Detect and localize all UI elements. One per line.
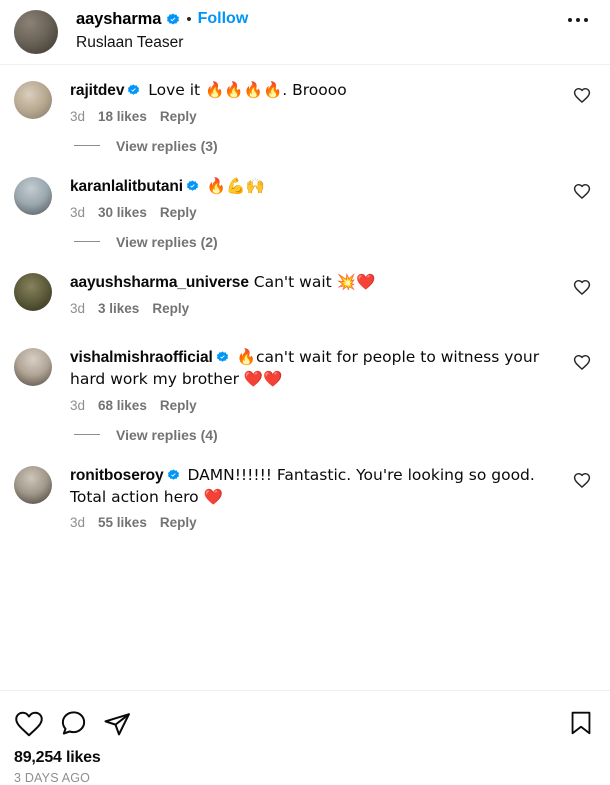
comments-list: rajitdev Love it 🔥🔥🔥🔥. Broooo 3d 18 like… (0, 65, 610, 690)
comment-reply-button[interactable]: Reply (160, 109, 197, 124)
verified-badge-icon (127, 83, 140, 96)
view-replies-button[interactable]: View replies (3) (0, 124, 610, 167)
comment-message: Can't wait 💥❤️ (248, 272, 376, 291)
comment-like-icon[interactable] (572, 85, 592, 105)
view-replies-label: View replies (3) (116, 137, 218, 154)
comment-body: karanlalitbutani 🔥💪🙌 3d 30 likes Reply (70, 176, 596, 220)
comment-text: vishalmishraofficial 🔥can't wait for peo… (70, 347, 548, 391)
comment-reply-button[interactable]: Reply (152, 301, 189, 316)
replies-line (74, 434, 100, 436)
verified-badge-icon (186, 179, 199, 192)
comment-body: vishalmishraofficial 🔥can't wait for peo… (70, 347, 596, 413)
comment-item: ronitboseroy DAMN!!!!!! Fantastic. You'r… (0, 456, 610, 531)
commenter-avatar[interactable] (14, 176, 52, 215)
comment-likes[interactable]: 18 likes (98, 109, 147, 124)
comment-time: 3d (70, 397, 86, 413)
comment-message: 🔥💪🙌 (201, 176, 265, 195)
comment-time: 3d (70, 515, 86, 531)
commenter-avatar[interactable] (14, 347, 52, 386)
view-replies-label: View replies (4) (116, 426, 218, 443)
comment-likes[interactable]: 68 likes (98, 398, 147, 413)
comment-meta: 3d 30 likes Reply (70, 205, 548, 220)
comment-like-icon[interactable] (572, 181, 592, 201)
comment-text: aayushsharma_universe Can't wait 💥❤️ (70, 272, 548, 294)
commenter-username[interactable]: ronitboseroy (70, 467, 164, 484)
follow-button[interactable]: Follow (198, 10, 249, 28)
comment-likes[interactable]: 30 likes (98, 205, 147, 220)
post-header: aaysharma • Follow Ruslaan Teaser (0, 0, 610, 65)
comment-likes[interactable]: 55 likes (98, 515, 147, 530)
comment-time: 3d (70, 300, 86, 316)
header-separator-dot: • (186, 10, 192, 28)
commenter-username[interactable]: karanlalitbutani (70, 178, 183, 195)
comment-reply-button[interactable]: Reply (160, 205, 197, 220)
comment-reply-button[interactable]: Reply (160, 398, 197, 413)
comment-item: rajitdev Love it 🔥🔥🔥🔥. Broooo 3d 18 like… (0, 71, 610, 124)
post-caption: Ruslaan Teaser (76, 33, 184, 51)
comment-meta: 3d 55 likes Reply (70, 515, 548, 530)
post-author-avatar[interactable] (14, 10, 58, 54)
post-author-row: aaysharma • Follow (76, 10, 248, 29)
likes-count[interactable]: 89,254 likes (14, 749, 596, 767)
comment-text: ronitboseroy DAMN!!!!!! Fantastic. You'r… (70, 465, 548, 509)
more-options-icon[interactable] (562, 12, 594, 28)
instagram-post-panel: aaysharma • Follow Ruslaan Teaser rajitd… (0, 0, 610, 785)
commenter-avatar[interactable] (14, 465, 52, 504)
commenter-avatar[interactable] (14, 81, 52, 119)
comment-spacer (0, 316, 610, 338)
comment-body: aayushsharma_universe Can't wait 💥❤️ 3d … (70, 272, 596, 316)
commenter-avatar[interactable] (14, 272, 52, 311)
view-replies-button[interactable]: View replies (4) (0, 413, 610, 456)
commenter-username[interactable]: vishalmishraofficial (70, 349, 213, 366)
replies-line (74, 241, 100, 243)
comment-like-icon[interactable] (572, 277, 592, 297)
verified-badge-icon (167, 468, 180, 481)
verified-badge-icon (216, 350, 229, 363)
comment-item: aayushsharma_universe Can't wait 💥❤️ 3d … (0, 263, 610, 316)
like-icon[interactable] (14, 709, 44, 739)
comment-time: 3d (70, 204, 86, 220)
comment-item: vishalmishraofficial 🔥can't wait for peo… (0, 338, 610, 413)
action-icons-group (14, 709, 132, 739)
comment-time: 3d (70, 108, 86, 124)
commenter-username[interactable]: rajitdev (70, 82, 124, 99)
comment-icon[interactable] (58, 709, 88, 739)
view-replies-label: View replies (2) (116, 233, 218, 250)
comment-like-icon[interactable] (572, 352, 592, 372)
comment-meta: 3d 18 likes Reply (70, 109, 548, 124)
comment-like-icon[interactable] (572, 470, 592, 490)
post-footer: 89,254 likes 3 DAYS AGO (0, 690, 610, 785)
comment-message: Love it 🔥🔥🔥🔥. Broooo (143, 81, 347, 99)
commenter-username[interactable]: aayushsharma_universe (70, 274, 249, 291)
comment-body: ronitboseroy DAMN!!!!!! Fantastic. You'r… (70, 465, 596, 531)
share-icon[interactable] (102, 709, 132, 739)
comment-text: karanlalitbutani 🔥💪🙌 (70, 176, 548, 198)
post-timestamp: 3 DAYS AGO (14, 771, 91, 785)
comment-item: karanlalitbutani 🔥💪🙌 3d 30 likes Reply (0, 167, 610, 220)
post-author-username[interactable]: aaysharma (76, 10, 161, 29)
view-replies-button[interactable]: View replies (2) (0, 220, 610, 263)
comment-likes[interactable]: 3 likes (98, 301, 139, 316)
comment-reply-button[interactable]: Reply (160, 515, 197, 530)
comment-meta: 3d 3 likes Reply (70, 301, 548, 316)
save-bookmark-icon[interactable] (568, 709, 594, 737)
verified-badge-icon (166, 13, 180, 27)
action-bar (14, 701, 596, 747)
comment-meta: 3d 68 likes Reply (70, 398, 548, 413)
post-header-text: aaysharma • Follow Ruslaan Teaser (76, 8, 248, 52)
comment-body: rajitdev Love it 🔥🔥🔥🔥. Broooo 3d 18 like… (70, 80, 596, 124)
replies-line (74, 145, 100, 147)
comment-text: rajitdev Love it 🔥🔥🔥🔥. Broooo (70, 80, 548, 102)
